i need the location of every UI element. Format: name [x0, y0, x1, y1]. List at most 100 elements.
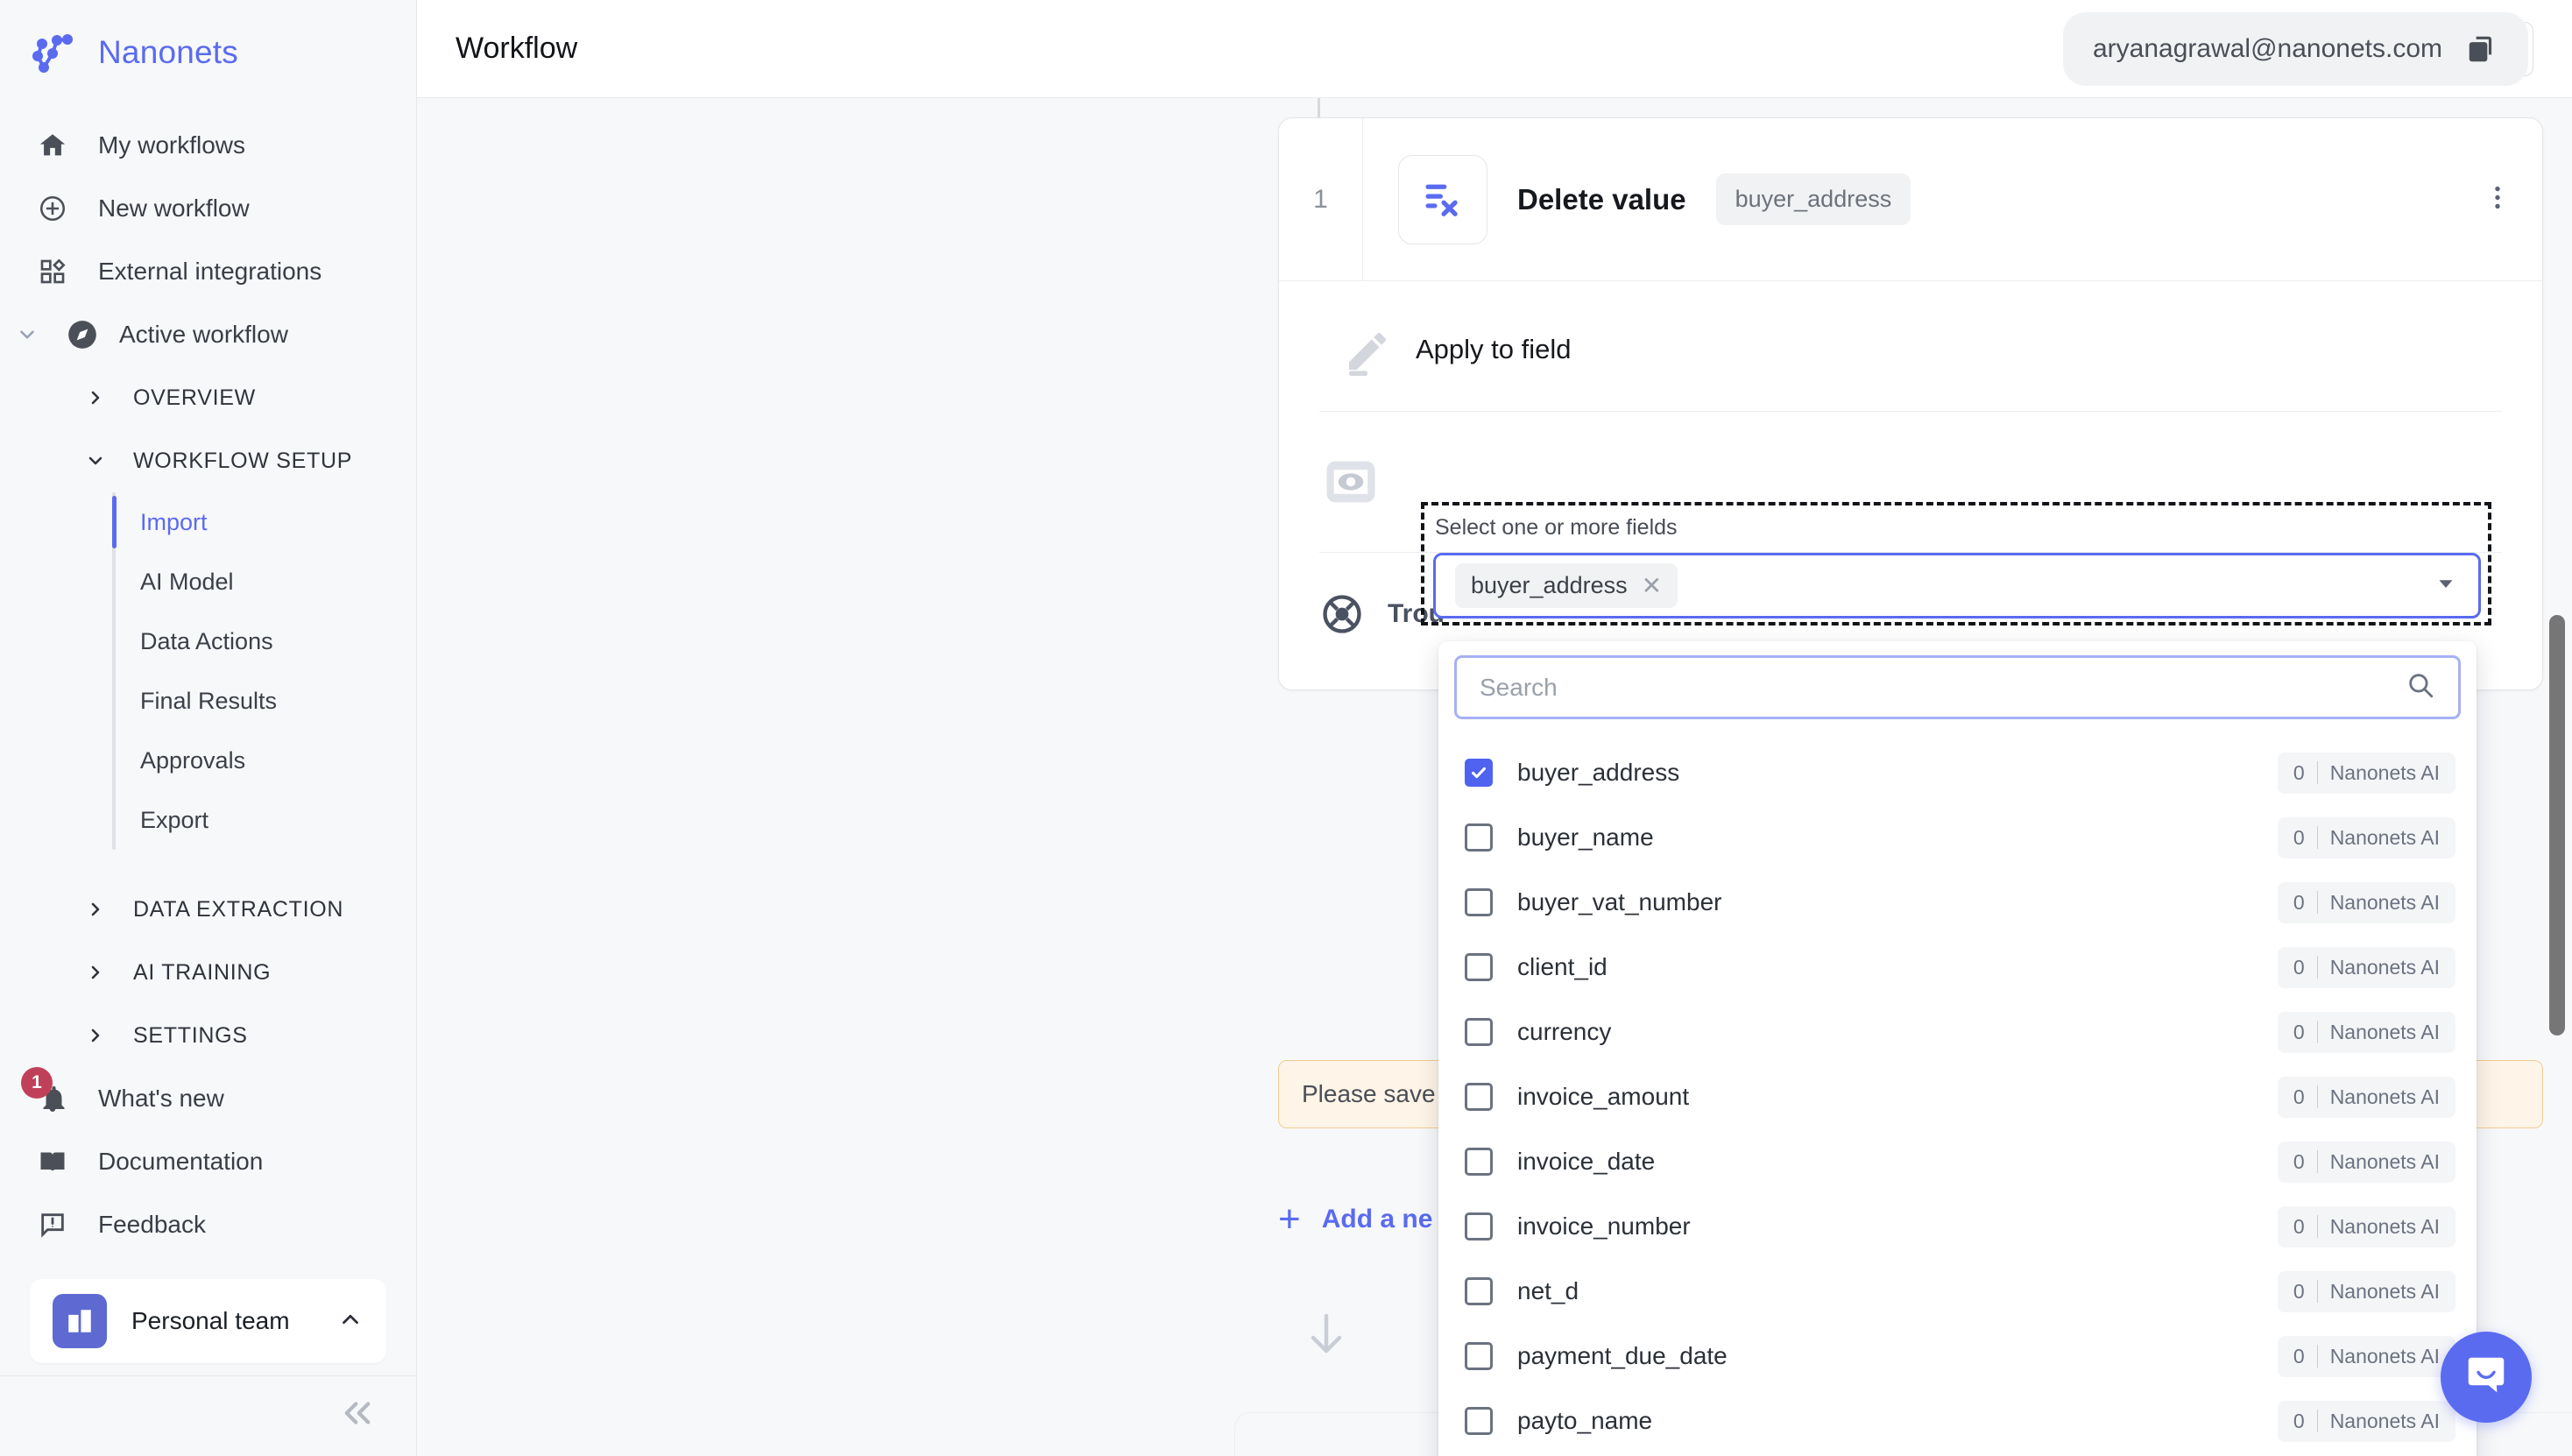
- home-icon: [33, 126, 72, 165]
- checkbox-icon[interactable]: [1465, 1407, 1493, 1435]
- dropdown-option-meta: 0 Nanonets AI: [2277, 1011, 2455, 1053]
- action-card-body: Apply to field Trou: [1279, 281, 2542, 689]
- dropdown-option-label: invoice_number: [1517, 1212, 1691, 1240]
- chevron-down-icon[interactable]: [2433, 570, 2459, 601]
- checkbox-icon[interactable]: [1465, 953, 1493, 981]
- dropdown-option[interactable]: payment_due_date 0 Nanonets AI: [1438, 1324, 2477, 1389]
- dropdown-option[interactable]: net_d 0 Nanonets AI: [1438, 1259, 2477, 1324]
- checkbox-icon[interactable]: [1465, 1018, 1493, 1046]
- dropdown-option[interactable]: buyer_address 0 Nanonets AI: [1438, 740, 2477, 805]
- sidebar-item-label: Documentation: [98, 1148, 264, 1175]
- sidebar-item-new-workflow[interactable]: New workflow: [0, 177, 416, 240]
- sidebar-item-approvals[interactable]: Approvals: [0, 731, 416, 790]
- checkbox-icon[interactable]: [1465, 1083, 1493, 1111]
- sidebar-item-data-actions[interactable]: Data Actions: [0, 611, 416, 671]
- team-switcher[interactable]: Personal team: [30, 1279, 386, 1363]
- option-count: 0: [2293, 760, 2305, 784]
- option-count: 0: [2293, 1085, 2305, 1108]
- sidebar-section-overview[interactable]: OVERVIEW: [0, 366, 416, 429]
- sidebar: Nanonets My workflows New workflow Exter…: [0, 0, 417, 1456]
- dropdown-option-label: client_id: [1517, 953, 1608, 980]
- sidebar-section-label: DATA EXTRACTION: [133, 896, 344, 922]
- sidebar-subitem-label: Import: [140, 508, 208, 535]
- copy-icon[interactable]: [2465, 32, 2498, 66]
- option-count: 0: [2293, 825, 2305, 849]
- dropdown-option[interactable]: buyer_vat_number 0 Nanonets AI: [1438, 870, 2477, 935]
- checkbox-icon[interactable]: [1465, 1148, 1493, 1176]
- checkbox-icon[interactable]: [1465, 1342, 1493, 1370]
- sidebar-section-workflow-setup[interactable]: WORKFLOW SETUP: [0, 429, 416, 492]
- checkbox-icon[interactable]: [1465, 823, 1493, 852]
- option-source: Nanonets AI: [2329, 1149, 2440, 1173]
- sidebar-footer: [0, 1375, 416, 1456]
- chevron-right-icon: [81, 899, 110, 920]
- dropdown-option-meta: 0 Nanonets AI: [2277, 1076, 2455, 1118]
- dropdown-option[interactable]: invoice_date 0 Nanonets AI: [1438, 1129, 2477, 1194]
- sidebar-section-label: SETTINGS: [133, 1022, 248, 1048]
- dropdown-option[interactable]: currency 0 Nanonets AI: [1438, 1000, 2477, 1064]
- checkbox-icon[interactable]: [1465, 1212, 1493, 1240]
- sidebar-item-external-integrations[interactable]: External integrations: [0, 240, 416, 303]
- option-source: Nanonets AI: [2329, 1085, 2440, 1108]
- dropdown-option[interactable]: buyer_name 0 Nanonets AI: [1438, 805, 2477, 870]
- dropdown-option-label: payment_due_date: [1517, 1342, 1728, 1369]
- sidebar-item-active-workflow[interactable]: Active workflow: [0, 303, 416, 366]
- sidebar-item-ai-model[interactable]: AI Model: [0, 552, 416, 611]
- chevron-up-icon: [337, 1306, 364, 1337]
- main-area: Workflow Sch aryanagrawal@nanonets.com: [417, 0, 2572, 1456]
- fields-dropdown-panel: buyer_address 0 Nanonets AI buyer_name 0 Nano…: [1438, 641, 2477, 1456]
- brand-name: Nanonets: [98, 34, 238, 70]
- sidebar-subitem-label: Approvals: [140, 746, 246, 774]
- main-scrollbar-thumb[interactable]: [2549, 615, 2565, 1035]
- sidebar-item-feedback[interactable]: Feedback: [0, 1193, 416, 1256]
- intercom-chat-button[interactable]: [2441, 1332, 2532, 1423]
- option-source: Nanonets AI: [2329, 825, 2440, 849]
- option-source: Nanonets AI: [2329, 1020, 2440, 1043]
- notification-badge: 1: [21, 1067, 53, 1099]
- dropdown-option-meta: 0 Nanonets AI: [2277, 1400, 2455, 1442]
- dropdown-option-meta: 0 Nanonets AI: [2277, 946, 2455, 988]
- sidebar-item-export[interactable]: Export: [0, 790, 416, 850]
- fields-multiselect[interactable]: buyer_address ✕: [1433, 553, 2481, 618]
- sidebar-item-whats-new[interactable]: 1 What's new: [0, 1067, 416, 1130]
- meta-divider: [2316, 956, 2318, 979]
- meta-divider: [2316, 891, 2318, 914]
- remove-token-icon[interactable]: ✕: [1642, 573, 1662, 598]
- checkbox-icon[interactable]: [1465, 1277, 1493, 1305]
- sidebar-section-ai-training[interactable]: AI TRAINING: [0, 941, 416, 1004]
- sidebar-primary-nav: My workflows New workflow External integ…: [0, 102, 416, 366]
- app-root: Nanonets My workflows New workflow Exter…: [0, 0, 2572, 1456]
- account-email-tooltip: aryanagrawal@nanonets.com: [2062, 12, 2528, 86]
- sidebar-section-data-extraction[interactable]: DATA EXTRACTION: [0, 878, 416, 941]
- collapse-sidebar-button[interactable]: [339, 1395, 376, 1438]
- sidebar-subitem-label: AI Model: [140, 568, 234, 595]
- dropdown-option[interactable]: payto_name 0 Nanonets AI: [1438, 1389, 2477, 1453]
- selected-field-token[interactable]: buyer_address ✕: [1455, 563, 1678, 608]
- sidebar-section-settings[interactable]: SETTINGS: [0, 1004, 416, 1067]
- action-menu-button[interactable]: [2483, 182, 2512, 216]
- dropdown-option[interactable]: invoice_amount 0 Nanonets AI: [1438, 1064, 2477, 1129]
- sidebar-item-final-results[interactable]: Final Results: [0, 671, 416, 731]
- sidebar-item-import[interactable]: Import: [0, 492, 416, 552]
- sidebar-item-my-workflows[interactable]: My workflows: [0, 114, 416, 177]
- dropdown-search-box[interactable]: [1454, 655, 2461, 719]
- chevron-down-icon: [81, 450, 110, 471]
- option-source: Nanonets AI: [2329, 1344, 2440, 1368]
- sidebar-item-label: What's new: [98, 1085, 224, 1112]
- option-source: Nanonets AI: [2329, 955, 2440, 979]
- chevron-down-icon[interactable]: [12, 323, 42, 346]
- checkbox-icon[interactable]: [1465, 888, 1493, 916]
- chevron-right-icon: [81, 387, 110, 408]
- dropdown-option-label: invoice_date: [1517, 1148, 1656, 1175]
- select-field-label: Select one or more fields: [1435, 515, 1678, 540]
- sidebar-item-label: Active workflow: [119, 321, 288, 348]
- dropdown-option[interactable]: client_id 0 Nanonets AI: [1438, 935, 2477, 1000]
- brand[interactable]: Nanonets: [0, 0, 416, 102]
- checkbox-checked-icon[interactable]: [1465, 759, 1493, 787]
- sidebar-item-documentation[interactable]: Documentation: [0, 1130, 416, 1193]
- dropdown-option-meta: 0 Nanonets AI: [2277, 881, 2455, 923]
- pencil-icon: [1319, 322, 1416, 376]
- dropdown-option[interactable]: invoice_number 0 Nanonets AI: [1438, 1194, 2477, 1259]
- search-input[interactable]: [1480, 673, 2406, 702]
